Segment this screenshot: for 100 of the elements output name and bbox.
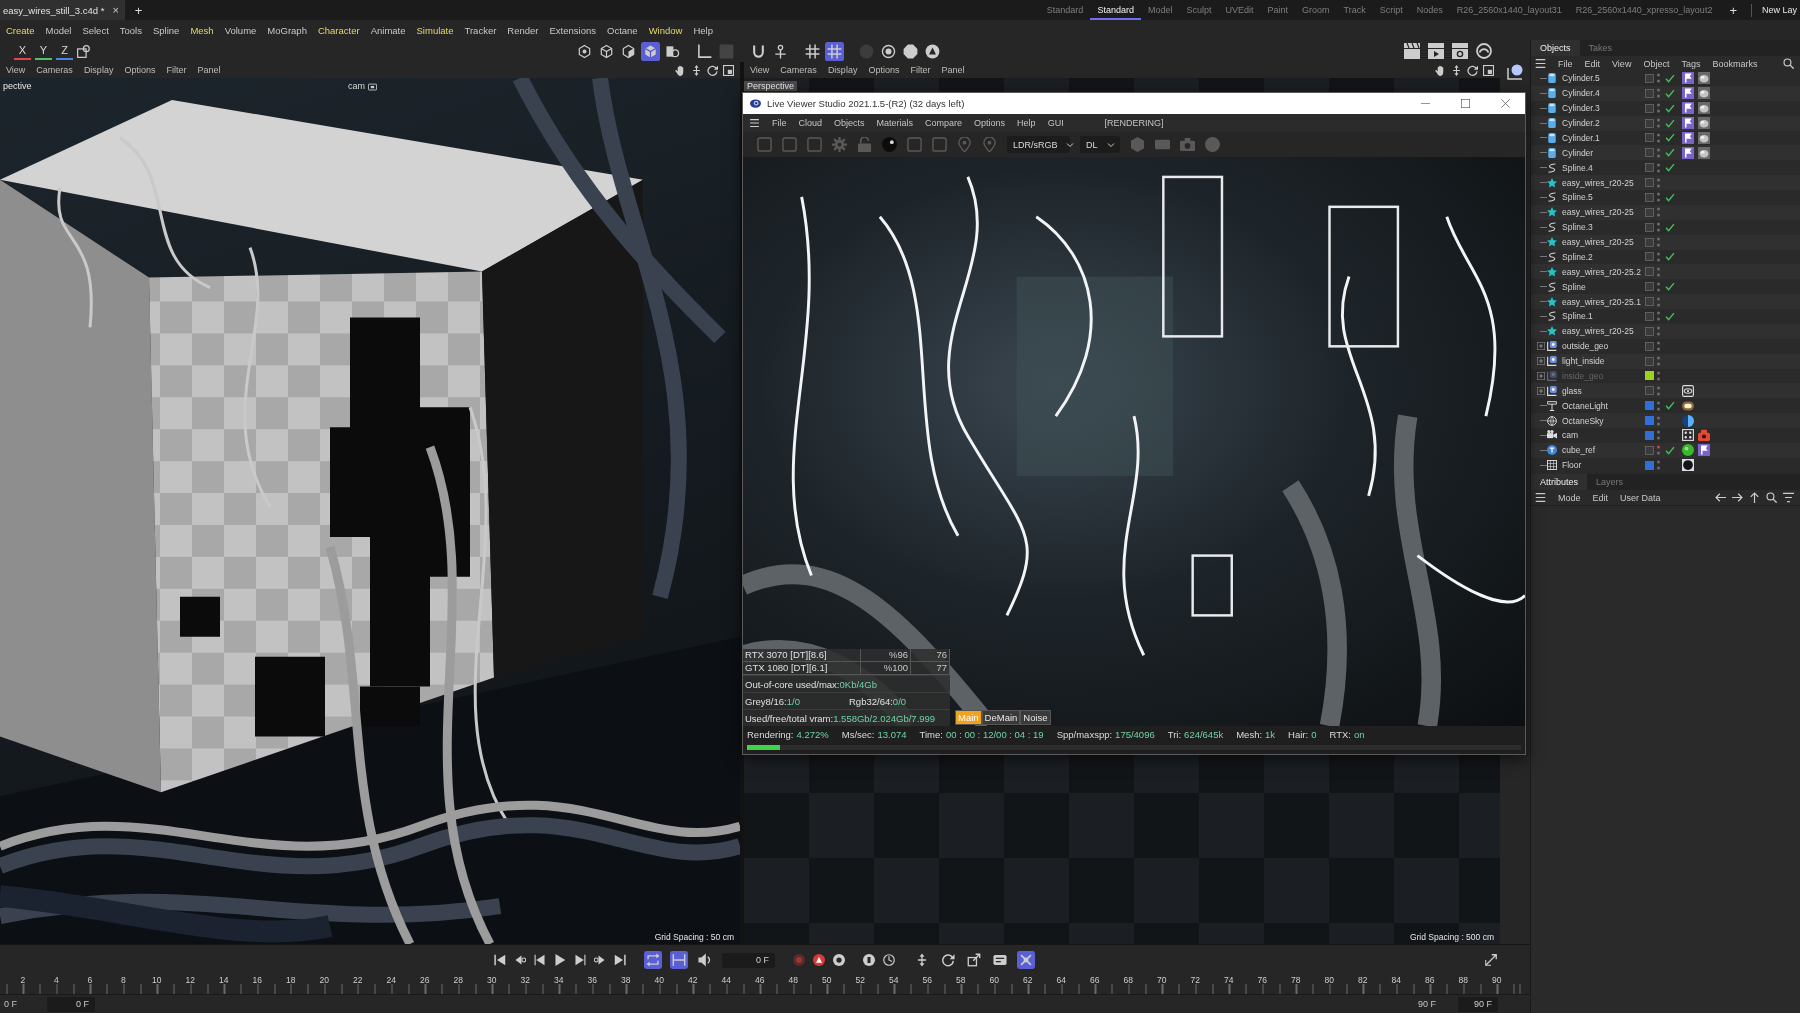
visibility-dots-icon[interactable] xyxy=(1657,207,1660,218)
viewport-menu-item[interactable]: Filter xyxy=(910,65,931,75)
visibility-dots-icon[interactable] xyxy=(1657,103,1660,114)
menu-item[interactable]: GUI xyxy=(1047,118,1064,128)
visibility-dots-icon[interactable] xyxy=(1657,222,1660,233)
panel-tab[interactable]: Attributes xyxy=(1531,474,1588,490)
visibility-dots-icon[interactable] xyxy=(1657,430,1660,441)
layout-tab[interactable]: R26_2560x1440_xpresso_layout2 xyxy=(1568,0,1720,20)
check-icon[interactable] xyxy=(1665,192,1675,202)
flag-tag-icon[interactable] xyxy=(1682,72,1694,85)
clapperboard-gear-icon[interactable] xyxy=(1452,43,1468,59)
new-layout-button[interactable]: New Lay xyxy=(1756,5,1800,15)
key-selection-icon[interactable] xyxy=(863,954,875,966)
loop-icon[interactable] xyxy=(644,951,662,969)
object-row[interactable]: Cylinder xyxy=(1531,145,1800,161)
object-row[interactable]: easy_wires_r20-25 xyxy=(1531,175,1800,190)
previous-key-icon[interactable] xyxy=(514,954,526,966)
axis-toggle[interactable]: Y xyxy=(35,42,52,60)
panel-menu-item[interactable]: Mode xyxy=(1558,492,1581,503)
corner-dot-icon[interactable] xyxy=(1507,64,1523,80)
viewport-menu-item[interactable]: Filter xyxy=(166,65,187,75)
viewport-menu-item[interactable]: Display xyxy=(827,65,858,75)
up-arrow-icon[interactable] xyxy=(1749,492,1760,503)
menu-icon[interactable] xyxy=(749,118,760,128)
render-pass-tab[interactable]: DeMain xyxy=(981,710,1021,725)
material-ball-icon[interactable] xyxy=(1682,444,1694,457)
layout-tab[interactable]: R26_2560x1440_layout31 xyxy=(1449,0,1569,20)
check-icon[interactable] xyxy=(1665,445,1675,455)
expand-icon[interactable] xyxy=(1537,342,1545,351)
scale-icon[interactable] xyxy=(965,951,983,969)
visibility-dots-icon[interactable] xyxy=(1657,162,1660,173)
material-ball-icon[interactable] xyxy=(1698,102,1710,115)
object-name[interactable]: Cylinder.2 xyxy=(1559,118,1645,129)
expand-icon[interactable] xyxy=(1537,386,1545,395)
check-icon[interactable] xyxy=(1665,311,1675,321)
half-circle-icon[interactable] xyxy=(1682,414,1694,427)
check-icon[interactable] xyxy=(1665,163,1675,173)
layout-tab[interactable]: Groom xyxy=(1294,0,1337,20)
object-name[interactable]: light_inside xyxy=(1559,356,1645,367)
visibility-dots-icon[interactable] xyxy=(1657,326,1660,337)
menu-item[interactable]: Mesh xyxy=(190,24,214,36)
visibility-dots-icon[interactable] xyxy=(1657,237,1660,248)
viewport-menu-item[interactable]: Panel xyxy=(197,65,221,75)
menu-item[interactable]: Model xyxy=(45,24,72,36)
object-name[interactable]: easy_wires_r20-25.1 xyxy=(1559,296,1645,307)
material-ball-icon[interactable] xyxy=(1698,87,1710,100)
object-name[interactable]: OctaneSky xyxy=(1559,415,1645,426)
object-name[interactable]: outside_geo xyxy=(1559,341,1645,352)
panel-tab[interactable]: Objects xyxy=(1531,40,1580,56)
layer-swatch-icon[interactable] xyxy=(1645,416,1654,426)
axis-toggle[interactable]: X xyxy=(14,42,31,60)
frame-icon[interactable] xyxy=(723,64,734,76)
object-name[interactable]: Cylinder.4 xyxy=(1559,88,1645,99)
layout-tab[interactable]: Standard xyxy=(1039,0,1091,20)
forward-arrow-icon[interactable] xyxy=(1732,492,1743,503)
play-icon[interactable] xyxy=(554,954,566,966)
menu-item[interactable]: Create xyxy=(6,24,35,36)
viewport-menu-item[interactable]: Display xyxy=(83,65,114,75)
menu-item[interactable]: MoGraph xyxy=(267,24,307,36)
check-icon[interactable] xyxy=(1665,148,1675,158)
step-back-icon[interactable] xyxy=(534,954,546,966)
clapperboard-play-icon[interactable] xyxy=(1428,43,1444,59)
end-frame-field[interactable]: 90 F xyxy=(1458,996,1498,1012)
layer-swatch-icon[interactable] xyxy=(1645,371,1654,381)
layout-tab[interactable]: Track xyxy=(1336,0,1373,20)
visibility-dots-icon[interactable] xyxy=(1657,147,1660,158)
flag-tag-icon[interactable] xyxy=(1682,117,1694,130)
menu-item[interactable]: Render xyxy=(507,24,539,36)
layer-swatch-icon[interactable] xyxy=(1645,430,1654,440)
layout-tab[interactable]: Paint xyxy=(1260,0,1295,20)
flag-tag-icon[interactable] xyxy=(1682,146,1694,159)
visibility-dots-icon[interactable] xyxy=(1657,445,1660,456)
expand-icon[interactable] xyxy=(1537,357,1545,366)
object-name[interactable]: Spline.4 xyxy=(1559,162,1645,173)
viewport-menu-item[interactable]: Options xyxy=(868,65,900,75)
lamp-tag-icon[interactable] xyxy=(1682,399,1694,412)
menu-item[interactable]: Materials xyxy=(876,118,914,128)
auto-key-icon[interactable] xyxy=(813,954,825,966)
menu-icon[interactable] xyxy=(1535,492,1546,503)
panel-menu-item[interactable]: Object xyxy=(1643,58,1670,69)
panel-menu-item[interactable]: Bookmarks xyxy=(1712,58,1758,69)
viewport-menu-item[interactable]: Panel xyxy=(941,65,965,75)
visibility-dots-icon[interactable] xyxy=(1657,460,1660,471)
layout-tab[interactable]: Script xyxy=(1372,0,1410,20)
step-forward-icon[interactable] xyxy=(574,954,586,966)
material-ball-icon[interactable] xyxy=(1698,72,1710,85)
close-icon[interactable] xyxy=(1500,99,1510,108)
visibility-dots-icon[interactable] xyxy=(1657,341,1660,352)
object-name[interactable]: glass xyxy=(1559,385,1645,396)
object-name[interactable]: easy_wires_r20-25.2 xyxy=(1559,266,1645,277)
object-name[interactable]: Cylinder.3 xyxy=(1559,103,1645,114)
visibility-dots-icon[interactable] xyxy=(1657,73,1660,84)
rotate-icon[interactable] xyxy=(1467,64,1478,76)
check-icon[interactable] xyxy=(1665,118,1675,128)
menu-item[interactable]: Volume xyxy=(224,24,257,36)
move-arrows-icon[interactable] xyxy=(691,64,702,76)
viewport-menu-item[interactable]: View xyxy=(6,65,26,75)
panel-menu-item[interactable]: Tags xyxy=(1681,58,1701,69)
visibility-dots-icon[interactable] xyxy=(1657,118,1660,129)
menu-item[interactable]: Options xyxy=(974,118,1006,128)
